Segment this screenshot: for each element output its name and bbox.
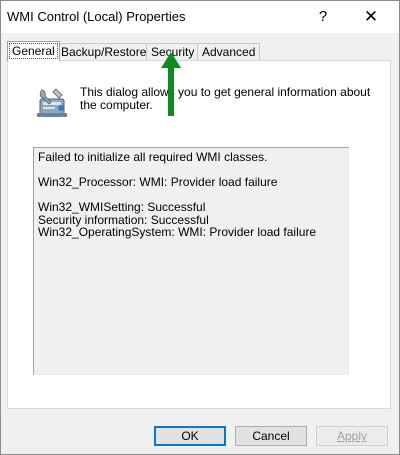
tab-backup-restore[interactable]: Backup/Restore xyxy=(56,43,152,60)
description-text: This dialog allows you to get general in… xyxy=(80,85,371,112)
close-button[interactable]: ✕ xyxy=(349,1,393,33)
info-line: Failed to initialize all required WMI cl… xyxy=(38,150,268,164)
window-title: WMI Control (Local) Properties xyxy=(7,9,186,24)
wmi-info-box: Failed to initialize all required WMI cl… xyxy=(33,147,349,375)
ok-button[interactable]: OK xyxy=(154,426,226,446)
info-line: Win32_OperatingSystem: WMI: Provider loa… xyxy=(38,225,317,239)
computer-management-tools-icon xyxy=(37,88,67,117)
cancel-button[interactable]: Cancel xyxy=(235,426,307,446)
general-tab-panel: This dialog allows you to get general in… xyxy=(7,60,391,409)
title-bar: WMI Control (Local) Properties ? ✕ xyxy=(1,1,399,33)
properties-dialog: WMI Control (Local) Properties ? ✕ Gener… xyxy=(0,0,400,455)
tab-advanced[interactable]: Advanced xyxy=(197,43,261,60)
apply-button[interactable]: Apply xyxy=(316,426,388,446)
tab-general[interactable]: General xyxy=(7,41,60,61)
info-line: Win32_WMISetting: Successful xyxy=(38,200,206,214)
green-up-arrow xyxy=(161,52,181,116)
apply-label: Apply xyxy=(336,429,368,443)
help-button[interactable]: ? xyxy=(301,1,345,33)
info-line: Win32_Processor: WMI: Provider load fail… xyxy=(38,175,278,189)
tab-strip: General Backup/Restore Security Advanced xyxy=(1,41,399,61)
